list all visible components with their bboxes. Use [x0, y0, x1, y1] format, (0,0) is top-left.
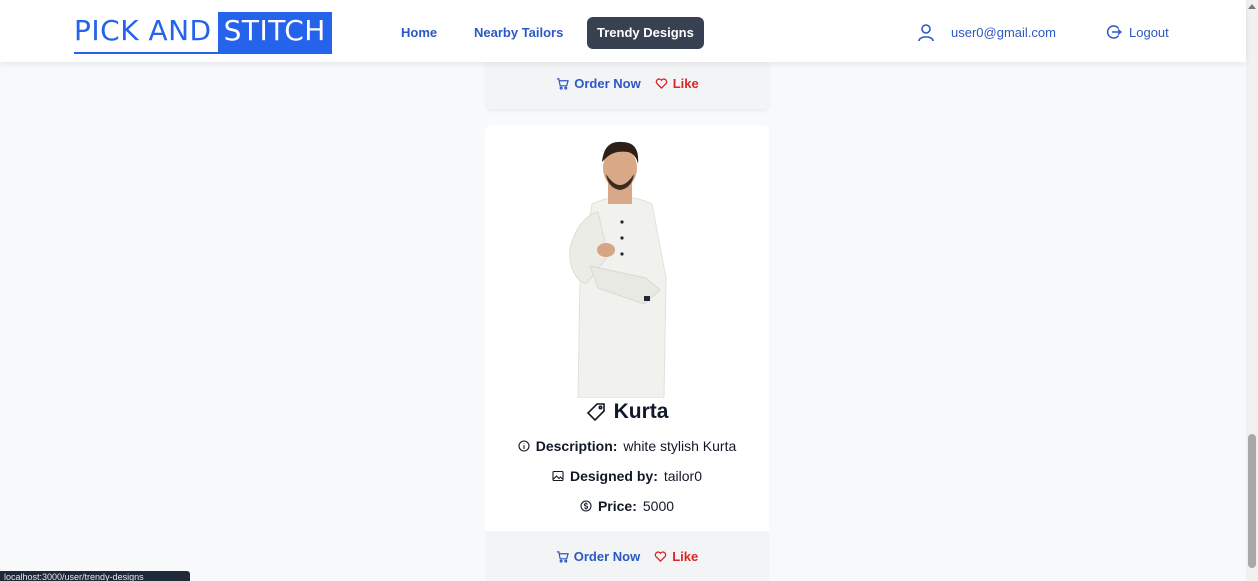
heart-icon	[654, 551, 667, 563]
scroll-thumb[interactable]	[1248, 434, 1256, 568]
like-button[interactable]: Like	[654, 549, 698, 564]
price-value: 5000	[642, 498, 675, 514]
product-price: Price: 5000	[485, 498, 769, 514]
previous-card-footer: Order Now Like	[486, 62, 769, 109]
tag-icon	[586, 403, 605, 422]
status-bar-url: localhost:3000/user/trendy-designs	[0, 571, 190, 581]
product-title-text: Kurta	[613, 400, 669, 423]
product-description: Description: white stylish Kurta	[485, 438, 769, 454]
dollar-icon	[580, 500, 592, 512]
page-scrollbar[interactable]	[1246, 0, 1258, 581]
product-title: Kurta	[485, 400, 769, 424]
cart-icon	[557, 78, 570, 90]
order-now-button[interactable]: Order Now	[556, 76, 641, 91]
like-label: Like	[672, 76, 699, 91]
user-email[interactable]: user0@gmail.com	[951, 25, 1056, 40]
scroll-up-arrow[interactable]	[1248, 4, 1256, 9]
card-actions: Order Now Like	[486, 76, 769, 91]
product-card: Kurta Description: white stylish Kurta D…	[485, 125, 769, 581]
description-value: white stylish Kurta	[623, 438, 737, 454]
description-label: Description:	[535, 438, 618, 454]
nav-home[interactable]: Home	[391, 17, 447, 49]
logout-icon[interactable]	[1106, 24, 1122, 40]
logo-text-primary: PICK AND	[74, 12, 218, 54]
price-label: Price:	[597, 498, 637, 514]
nav-nearby-tailors[interactable]: Nearby Tailors	[464, 17, 573, 49]
order-now-button[interactable]: Order Now	[556, 549, 640, 564]
nav-trendy-designs[interactable]: Trendy Designs	[587, 17, 704, 49]
card-actions: Order Now Like	[485, 549, 769, 564]
heart-icon	[655, 78, 667, 90]
info-icon	[518, 440, 530, 452]
designer-label: Designed by:	[569, 468, 658, 484]
user-icon[interactable]	[918, 24, 934, 42]
card-footer: Order Now Like	[485, 531, 769, 581]
like-label: Like	[672, 549, 699, 564]
logo[interactable]: PICK AND STITCH	[74, 12, 332, 54]
logout-button[interactable]: Logout	[1129, 25, 1169, 40]
image-icon	[552, 470, 564, 482]
like-button[interactable]: Like	[655, 76, 699, 91]
product-designer: Designed by: tailor0	[485, 468, 769, 484]
order-now-label: Order Now	[573, 549, 641, 564]
cart-icon	[556, 551, 569, 563]
navbar: PICK AND STITCH Home Nearby Tailors Tren…	[0, 0, 1246, 62]
designer-value: tailor0	[663, 468, 703, 484]
logo-text-highlight: STITCH	[217, 12, 332, 54]
product-image[interactable]	[548, 138, 696, 398]
order-now-label: Order Now	[574, 76, 641, 91]
